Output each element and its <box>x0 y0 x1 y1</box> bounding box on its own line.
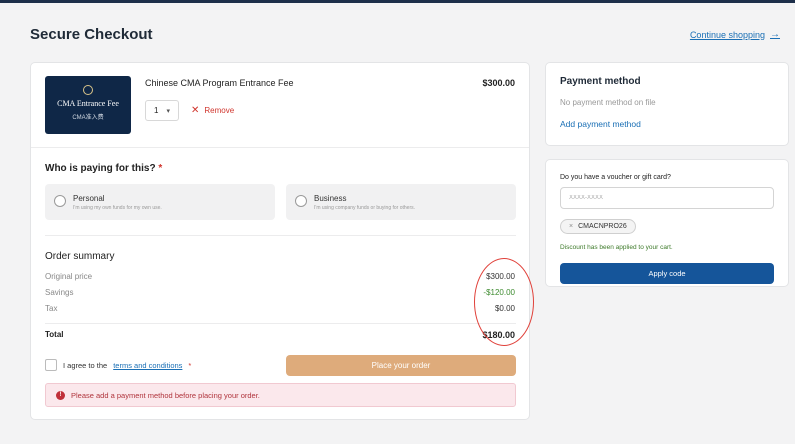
quantity-select[interactable]: 1 ▾ <box>145 100 179 121</box>
chip-remove-icon[interactable]: × <box>569 223 573 230</box>
terms-link[interactable]: terms and conditions <box>113 361 182 370</box>
tax-label: Tax <box>45 304 58 313</box>
remove-button[interactable]: ✕ Remove <box>191 105 234 116</box>
radio-personal[interactable] <box>54 195 66 207</box>
payment-alert: ! Please add a payment method before pla… <box>45 383 516 407</box>
continue-shopping-label[interactable]: Continue shopping <box>690 30 765 40</box>
original-price-label: Original price <box>45 272 93 281</box>
page-title: Secure Checkout <box>30 26 153 43</box>
place-order-button[interactable]: Place your order <box>286 355 516 376</box>
remove-label: Remove <box>204 106 235 115</box>
option-description: I'm using my own funds for my own use. <box>73 205 162 211</box>
alert-text: Please add a payment method before placi… <box>71 390 260 400</box>
highlight-circle-annotation <box>474 258 534 346</box>
alert-icon: ! <box>56 390 65 400</box>
order-summary-title: Order summary <box>45 251 115 262</box>
applied-code-chip: × CMACNPRO26 <box>560 219 636 234</box>
required-mark: * <box>188 360 192 370</box>
applied-code: CMACNPRO26 <box>578 223 627 230</box>
payer-title-text: Who is paying for this? <box>45 163 156 174</box>
divider <box>45 235 516 236</box>
add-payment-method-link[interactable]: Add payment method <box>560 119 641 129</box>
divider <box>31 147 529 148</box>
terms-agreement: I agree to the terms and conditions * <box>45 359 191 371</box>
terms-prefix: I agree to the <box>63 360 108 370</box>
payer-option-business[interactable]: Business I'm using company funds or buyi… <box>286 184 516 220</box>
payer-option-personal[interactable]: Personal I'm using my own funds for my o… <box>45 184 275 220</box>
option-label: Business <box>314 194 347 203</box>
terms-checkbox[interactable] <box>45 359 57 371</box>
payment-method-card: Payment method No payment method on file… <box>545 62 789 146</box>
quantity-value: 1 <box>154 106 159 115</box>
thumbnail-subtitle: CMA准入费 <box>72 115 104 121</box>
voucher-label: Do you have a voucher or gift card? <box>560 174 671 181</box>
chevron-down-icon: ▾ <box>166 107 170 115</box>
apply-code-button[interactable]: Apply code <box>560 263 774 284</box>
close-icon: ✕ <box>191 105 200 116</box>
product-thumbnail: CMA Entrance Fee CMA准入费 <box>45 76 131 134</box>
product-price: $300.00 <box>482 78 515 88</box>
radio-business[interactable] <box>295 195 307 207</box>
product-name: Chinese CMA Program Entrance Fee <box>145 78 294 88</box>
continue-shopping-link[interactable]: Continue shopping → <box>690 29 780 40</box>
payer-title: Who is paying for this? * <box>45 163 162 174</box>
option-label: Personal <box>73 194 105 203</box>
cma-logo-icon <box>83 85 93 95</box>
savings-label: Savings <box>45 288 74 297</box>
divider <box>45 323 516 324</box>
checkout-card: CMA Entrance Fee CMA准入费 Chinese CMA Prog… <box>30 62 534 420</box>
voucher-success-message: Discount has been applied to your cart. <box>560 244 673 251</box>
voucher-card: Do you have a voucher or gift card? × CM… <box>545 159 789 287</box>
required-mark: * <box>158 163 163 174</box>
total-label: Total <box>45 330 64 339</box>
thumbnail-title: CMA Entrance Fee <box>57 99 119 108</box>
arrow-right-icon: → <box>770 29 780 40</box>
voucher-input[interactable] <box>560 187 774 209</box>
option-description: I'm using company funds or buying for ot… <box>314 205 416 211</box>
payment-method-title: Payment method <box>560 76 641 87</box>
top-border <box>0 0 795 3</box>
payment-method-empty: No payment method on file <box>560 98 656 107</box>
